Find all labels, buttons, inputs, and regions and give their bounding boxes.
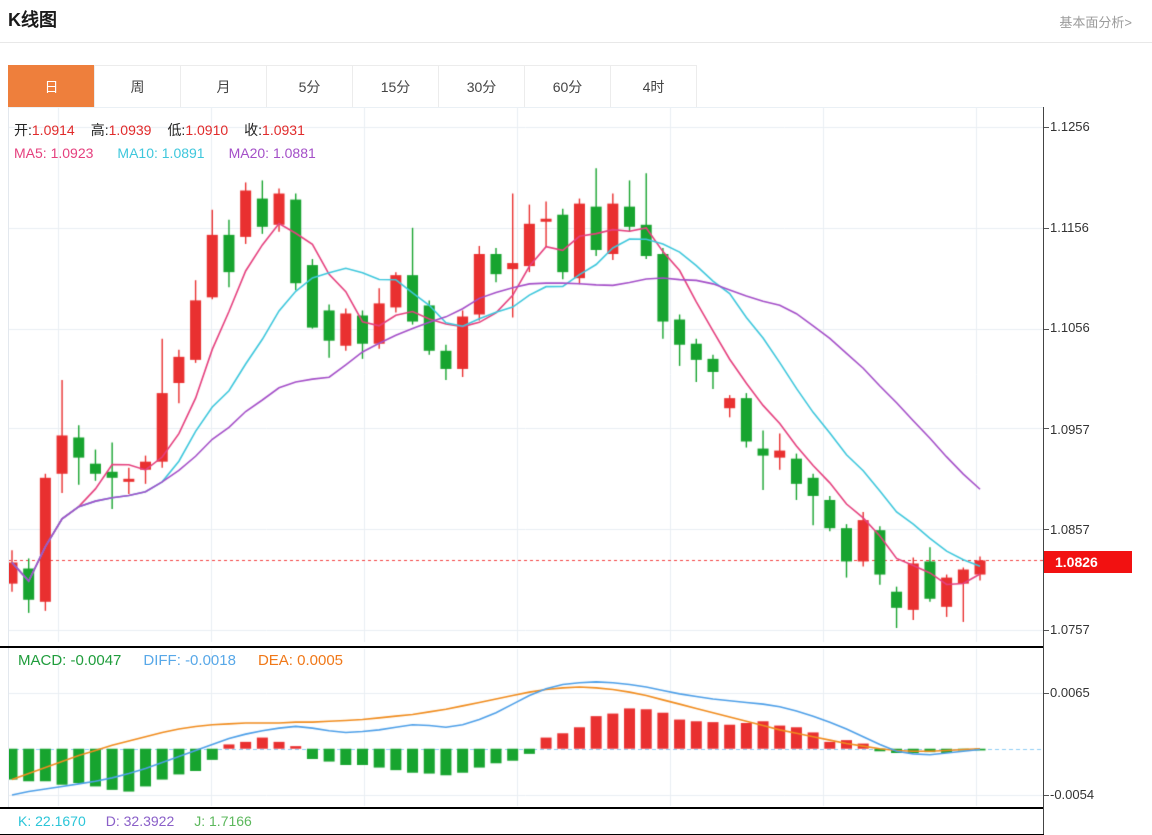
tab-60min[interactable]: 60分	[524, 65, 611, 108]
ma20-value: 1.0881	[273, 145, 316, 161]
diff-value: -0.0018	[185, 652, 236, 669]
price-axis-line	[1043, 107, 1044, 834]
title-divider	[0, 42, 1152, 43]
ma5-label: MA5:	[14, 145, 47, 161]
axis-tick	[1044, 428, 1049, 429]
open-label: 开:	[14, 122, 32, 138]
price-axis-label: 1.1056	[1050, 320, 1090, 336]
macd-axis-label: 0.0065	[1050, 685, 1090, 701]
kline-page: K线图 基本面分析> 日 周 月 5分 15分 30分 60分 4时 开:1.0…	[0, 0, 1152, 835]
ma-legend: MA5: 1.0923 MA10: 1.0891 MA20: 1.0881	[14, 145, 316, 161]
kdj-d-label: D:	[106, 813, 120, 829]
axis-tick	[1044, 329, 1049, 330]
low-label: 低:	[167, 122, 185, 138]
high-label: 高:	[91, 122, 109, 138]
chart-left-border	[8, 107, 9, 808]
kdj-j-label: J:	[194, 813, 205, 829]
low-value: 1.0910	[185, 122, 228, 138]
kdj-k-value: 22.1670	[35, 813, 86, 829]
ohlc-legend: 开:1.0914 高:1.0939 低:1.0910 收:1.0931	[14, 120, 305, 140]
kline-canvas[interactable]	[8, 107, 1043, 834]
macd-label: MACD:	[18, 652, 66, 669]
tab-5min[interactable]: 5分	[266, 65, 353, 108]
macd-value: -0.0047	[71, 652, 122, 669]
high-value: 1.0939	[109, 122, 152, 138]
diff-label: DIFF:	[143, 652, 181, 669]
dea-label: DEA:	[258, 652, 293, 669]
price-axis-label: 1.1156	[1050, 220, 1089, 236]
price-axis-label: 1.0957	[1050, 422, 1090, 438]
axis-tick	[1044, 127, 1049, 128]
chart-top-border	[8, 107, 1043, 108]
price-axis-label: 1.0857	[1050, 522, 1090, 538]
axis-tick	[1044, 630, 1049, 631]
axis-tick	[1044, 693, 1049, 694]
tab-15min[interactable]: 15分	[352, 65, 439, 108]
macd-axis-label: -0.0054	[1050, 787, 1094, 803]
axis-tick	[1044, 228, 1049, 229]
ma10-value: 1.0891	[162, 145, 205, 161]
ma10-label: MA10:	[117, 145, 157, 161]
fundamental-analysis-link[interactable]: 基本面分析>	[1059, 12, 1132, 31]
pane-divider	[0, 807, 1044, 809]
tab-30min[interactable]: 30分	[438, 65, 525, 108]
kdj-legend: K: 22.1670 D: 32.3922 J: 1.7166	[18, 813, 252, 829]
period-tabs: 日 周 月 5分 15分 30分 60分 4时	[8, 65, 697, 108]
open-value: 1.0914	[32, 122, 75, 138]
ma20-label: MA20:	[229, 145, 269, 161]
kdj-d-value: 32.3922	[124, 813, 175, 829]
axis-tick	[1044, 529, 1049, 530]
price-axis-label: 1.0757	[1050, 622, 1090, 638]
close-label: 收:	[244, 122, 262, 138]
price-axis-label: 1.1256	[1050, 119, 1090, 135]
tab-week[interactable]: 周	[94, 65, 181, 108]
last-price-badge: 1.0826	[1044, 551, 1132, 573]
dea-value: 0.0005	[297, 652, 343, 669]
tab-day[interactable]: 日	[8, 65, 95, 108]
chart-region: 开:1.0914 高:1.0939 低:1.0910 收:1.0931 MA5:…	[0, 107, 1152, 835]
close-value: 1.0931	[262, 122, 305, 138]
tab-month[interactable]: 月	[180, 65, 267, 108]
kdj-k-label: K:	[18, 813, 31, 829]
axis-tick	[1044, 795, 1049, 796]
pane-divider	[0, 646, 1044, 648]
tab-4hour[interactable]: 4时	[610, 65, 697, 108]
page-title: K线图	[8, 6, 57, 32]
macd-legend: MACD: -0.0047 DIFF: -0.0018 DEA: 0.0005	[18, 652, 343, 669]
ma5-value: 1.0923	[51, 145, 94, 161]
kdj-j-value: 1.7166	[209, 813, 252, 829]
